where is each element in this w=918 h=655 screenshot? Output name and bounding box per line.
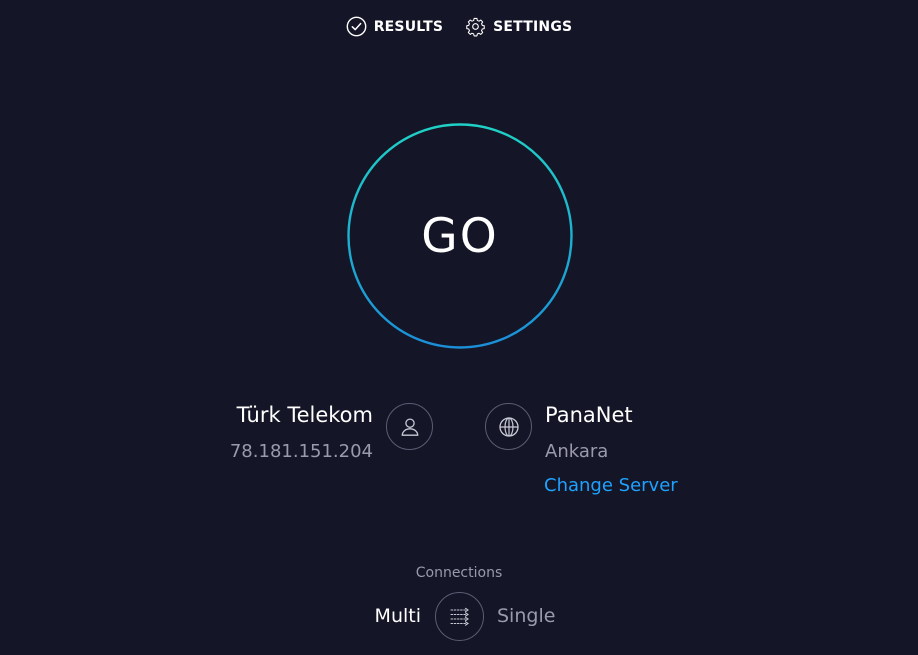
go-label: GO bbox=[421, 208, 499, 264]
server-city: Ankara bbox=[545, 441, 609, 462]
results-link[interactable]: RESULTS bbox=[346, 16, 443, 37]
gear-icon bbox=[465, 16, 486, 37]
settings-link[interactable]: SETTINGS bbox=[465, 16, 572, 37]
go-button[interactable]: GO bbox=[347, 123, 573, 349]
globe-icon bbox=[485, 403, 532, 450]
connections-multi-option[interactable]: Multi bbox=[375, 605, 421, 627]
connections-toggle-icon[interactable] bbox=[435, 592, 484, 641]
results-label: RESULTS bbox=[373, 18, 444, 35]
connections-label: Connections bbox=[415, 565, 503, 581]
isp-ip-address: 78.181.151.204 bbox=[229, 441, 373, 462]
top-navigation: RESULTS SETTINGS bbox=[0, 16, 918, 37]
isp-name: Türk Telekom bbox=[236, 403, 373, 427]
go-button-container: GO bbox=[347, 123, 573, 349]
server-name: PanaNet bbox=[545, 403, 633, 427]
speedtest-page: RESULTS SETTINGS GO Türk Telekom 78.181.… bbox=[0, 0, 918, 655]
user-icon bbox=[386, 403, 433, 450]
check-circle-icon bbox=[346, 16, 367, 37]
settings-label: SETTINGS bbox=[493, 18, 573, 35]
connections-single-option[interactable]: Single bbox=[497, 605, 555, 627]
change-server-link[interactable]: Change Server bbox=[544, 475, 678, 496]
